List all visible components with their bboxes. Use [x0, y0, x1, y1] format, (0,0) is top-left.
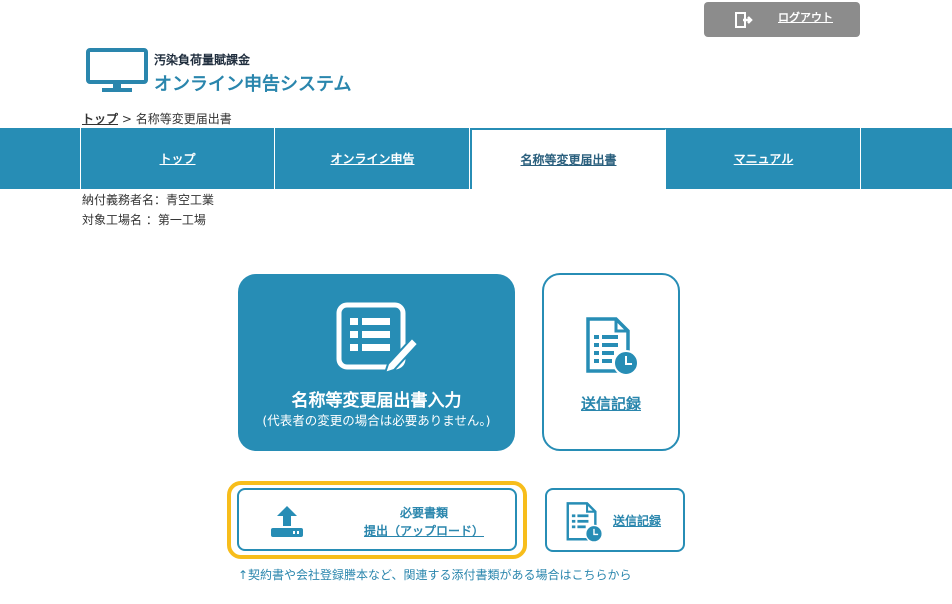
document-clock-icon-small	[566, 502, 603, 543]
tab-online-filing[interactable]: オンライン申告	[276, 128, 470, 189]
logout-button[interactable]: ログアウト	[704, 2, 860, 37]
name-change-input-note: (代表者の変更の場合は必要ありません。)	[262, 413, 491, 428]
send-history-card[interactable]: 送信記録	[542, 273, 680, 451]
payer-info: 納付義務者名：青空工業 対象工場名 ：第一工場	[82, 190, 214, 230]
logout-icon	[735, 11, 753, 28]
breadcrumb-current: 名称等変更届出書	[135, 112, 232, 126]
send-history-small-button[interactable]: 送信記録	[545, 488, 685, 552]
factory-name: 対象工場名 ：第一工場	[82, 213, 206, 227]
upload-label-line1: 必要書類	[399, 506, 448, 520]
breadcrumb-separator: >	[121, 112, 132, 126]
name-change-input-card[interactable]: 名称等変更届出書入力 (代表者の変更の場合は必要ありません。)	[238, 274, 515, 451]
upload-label-line2: 提出（アップロード）	[363, 524, 484, 538]
monitor-icon	[86, 48, 148, 92]
tab-manual[interactable]: マニュアル	[667, 128, 861, 189]
upload-documents-button[interactable]: 必要書類 提出（アップロード）	[237, 488, 517, 551]
breadcrumb-home-link[interactable]: トップ	[82, 112, 118, 126]
name-change-input-title: 名称等変更届出書入力	[291, 391, 462, 411]
send-history-small-label: 送信記録	[613, 514, 662, 528]
document-clock-icon	[586, 317, 639, 376]
form-edit-icon	[336, 302, 420, 374]
attachment-note: ↑契約書や会社登録謄本など、関連する添付書類がある場合はこちらから	[238, 568, 632, 582]
tab-name-change[interactable]: 名称等変更届出書	[472, 129, 666, 189]
breadcrumb: トップ > 名称等変更届出書	[82, 110, 232, 127]
send-history-label: 送信記録	[580, 395, 641, 413]
payer-name: 納付義務者名：青空工業	[82, 193, 215, 207]
logo-subtitle: 汚染負荷量賦課金	[154, 53, 251, 67]
logo-title: オンライン申告システム	[154, 74, 352, 95]
logout-label: ログアウト	[778, 10, 833, 24]
tab-top[interactable]: トップ	[81, 128, 275, 189]
upload-icon	[271, 506, 303, 537]
main-nav: トップ オンライン申告 名称等変更届出書 マニュアル	[0, 128, 952, 189]
